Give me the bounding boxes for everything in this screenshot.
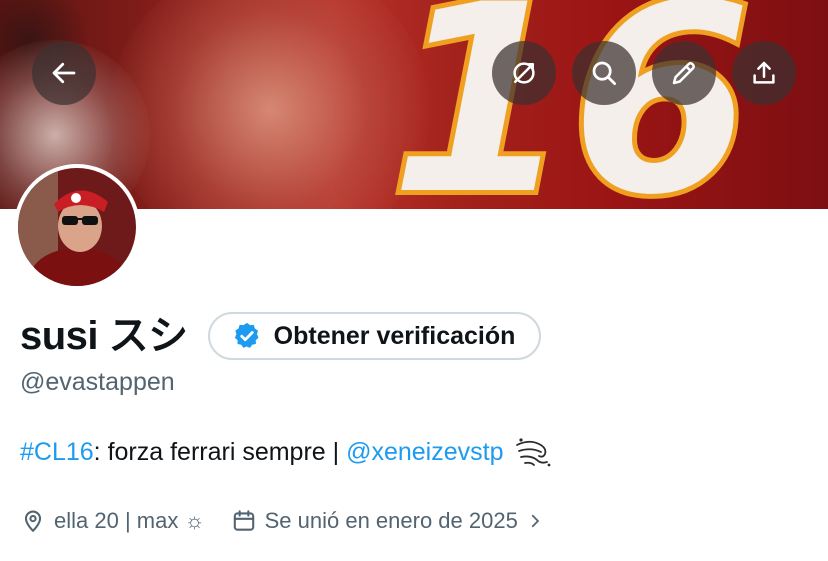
bio-text: : forza ferrari sempre |	[93, 437, 347, 466]
back-arrow-icon	[52, 62, 76, 84]
wind-gust-icon	[513, 436, 553, 468]
location-pin-icon	[20, 508, 46, 534]
search-button[interactable]	[572, 41, 636, 105]
profile-avatar[interactable]	[14, 164, 140, 290]
location-text: ella 20 | max ☼	[54, 508, 205, 533]
profile-join-date[interactable]: Se unió en enero de 2025	[231, 508, 544, 534]
profile-bio: #CL16 : forza ferrari sempre | @xeneizev…	[20, 436, 553, 468]
profile-handle: @evastappen	[20, 368, 175, 396]
avatar-photo	[18, 168, 136, 286]
join-date-text: Se unió en enero de 2025	[264, 508, 518, 533]
back-button[interactable]	[32, 41, 96, 105]
bio-hashtag-link[interactable]: #CL16	[20, 438, 94, 467]
get-verified-button[interactable]: Obtener verificación	[207, 312, 542, 360]
edit-button[interactable]	[652, 41, 716, 105]
get-verified-label: Obtener verificación	[273, 321, 516, 350]
search-icon	[592, 61, 616, 85]
share-icon	[753, 61, 775, 84]
translate-button[interactable]	[492, 41, 556, 105]
translate-icon	[513, 62, 535, 84]
profile-banner[interactable]: 16	[0, 0, 828, 209]
calendar-icon	[231, 508, 257, 534]
profile-location: ella 20 | max ☼	[20, 508, 205, 534]
edit-icon	[672, 62, 695, 85]
bio-mention-link[interactable]: @xeneizevstp	[346, 438, 503, 467]
profile-meta: ella 20 | max ☼ Se unió en enero de 2025	[20, 504, 544, 538]
banner-number: 16	[390, 0, 752, 209]
chevron-right-icon	[526, 512, 544, 530]
share-button[interactable]	[732, 41, 796, 105]
display-name: susi スシ	[20, 314, 188, 358]
verified-badge-icon	[232, 321, 262, 351]
